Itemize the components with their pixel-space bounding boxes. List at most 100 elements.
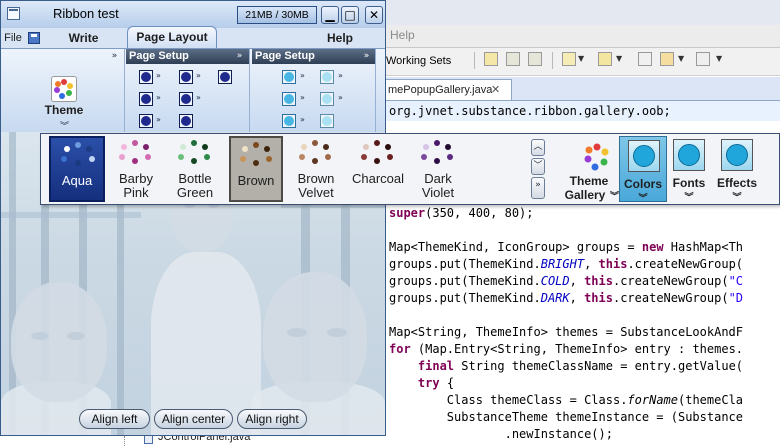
- fonts-button[interactable]: Fonts ︾: [665, 136, 713, 202]
- tab-write[interactable]: Write: [61, 29, 106, 48]
- code-token: (350, 400, 80);: [425, 206, 534, 220]
- gallery-scroll-down-button[interactable]: ﹀: [531, 158, 545, 175]
- band-expand-icon[interactable]: »: [234, 51, 245, 61]
- gallery-item-label: Aqua: [61, 173, 93, 188]
- theme-dot: [121, 144, 127, 150]
- title-bar[interactable]: Ribbon test 21MB / 30MB ▁ □ ✕: [1, 1, 385, 29]
- code-token: for: [389, 342, 411, 356]
- theme-dot: [434, 158, 440, 164]
- gallery-item-charcoal[interactable]: Charcoal: [347, 136, 409, 202]
- band-expand-icon[interactable]: »: [109, 51, 120, 61]
- ide-menu-help[interactable]: Help: [390, 28, 415, 42]
- arrow-left-icon[interactable]: [660, 52, 674, 66]
- theme-dot: [445, 144, 451, 150]
- page-setup-button[interactable]: [139, 92, 153, 106]
- dropdown-arrow-icon[interactable]: »: [338, 71, 343, 80]
- memory-indicator[interactable]: 21MB / 30MB: [237, 6, 317, 24]
- theme-dot: [312, 140, 318, 146]
- align-center-button[interactable]: Align center: [154, 409, 233, 429]
- gallery-item-dark-violet[interactable]: Dark Violet: [413, 136, 463, 202]
- gallery-item-label: Barby: [119, 171, 153, 186]
- align-left-button[interactable]: Align left: [79, 409, 150, 429]
- annotation-down-icon[interactable]: [562, 52, 576, 66]
- arrow-right-icon[interactable]: [696, 52, 710, 66]
- code-token: Class themeClass = Class.: [389, 393, 628, 407]
- colors-label: Colors: [623, 177, 662, 191]
- dropdown-arrow-icon[interactable]: ︾: [60, 119, 69, 132]
- page-setup-button[interactable]: [179, 92, 193, 106]
- page-setup-button[interactable]: [320, 114, 334, 128]
- effects-button[interactable]: Effects ︾: [713, 136, 761, 202]
- gallery-item-brown[interactable]: Brown: [229, 136, 283, 202]
- dropdown-arrow-icon[interactable]: »: [156, 115, 161, 124]
- page-setup-button[interactable]: [218, 70, 232, 84]
- page-setup-button[interactable]: [179, 70, 193, 84]
- gallery-item-aqua[interactable]: Aqua: [49, 136, 105, 202]
- colors-button[interactable]: Colors ︾: [619, 136, 667, 203]
- page-setup-button[interactable]: [139, 114, 153, 128]
- dropdown-arrow-icon[interactable]: »: [196, 93, 201, 102]
- dropdown-arrow-icon[interactable]: »: [300, 115, 305, 124]
- gallery-item-brown-velvet[interactable]: Brown Velvet: [287, 136, 345, 202]
- dropdown-arrow-icon[interactable]: »: [156, 71, 161, 80]
- code-token: {: [439, 376, 455, 390]
- dropdown-arrow-icon[interactable]: ▼: [616, 54, 622, 63]
- save-icon[interactable]: [28, 32, 40, 44]
- theme-dot: [143, 144, 149, 150]
- page-setup-button[interactable]: [282, 92, 296, 106]
- align-right-button[interactable]: Align right: [237, 409, 307, 429]
- tab-help[interactable]: Help: [323, 29, 357, 48]
- pen-icon[interactable]: [484, 52, 498, 66]
- dropdown-arrow-icon[interactable]: ▼: [578, 54, 584, 63]
- dropdown-arrow-icon[interactable]: »: [300, 93, 305, 102]
- theme-gallery-button[interactable]: Theme Gallery ︾: [558, 136, 620, 202]
- page-setup-button[interactable]: [282, 70, 296, 84]
- minimize-button[interactable]: ▁: [321, 6, 339, 24]
- close-button[interactable]: ✕: [365, 6, 383, 24]
- page-setup-button[interactable]: [282, 114, 296, 128]
- dropdown-arrow-icon[interactable]: »: [338, 93, 343, 102]
- page-setup-button[interactable]: [139, 70, 153, 84]
- document-icon[interactable]: [506, 52, 520, 66]
- tab-file[interactable]: File: [3, 29, 23, 48]
- band-title: Page Setup: [126, 49, 249, 64]
- close-icon[interactable]: ✕: [491, 83, 500, 96]
- code-line: groups.put(ThemeKind.BRIGHT, this.create…: [389, 257, 743, 271]
- window-icon[interactable]: [528, 52, 542, 66]
- code-line: SubstanceTheme themeInstance = (Substanc…: [389, 410, 743, 424]
- back-icon[interactable]: [638, 52, 652, 66]
- code-line: .newInstance();: [389, 427, 613, 441]
- dropdown-arrow-icon[interactable]: »: [156, 93, 161, 102]
- theme-dot: [180, 144, 186, 150]
- code-line: Map<ThemeKind, IconGroup> groups = new H…: [389, 240, 743, 254]
- theme-palette-icon: [51, 76, 77, 102]
- code-token: (Map.Entry<String, ThemeInfo> entry : th…: [410, 342, 744, 356]
- page-setup-button[interactable]: [320, 92, 334, 106]
- gallery-scroll-up-button[interactable]: ︿: [531, 139, 545, 156]
- dropdown-arrow-icon[interactable]: ▼: [716, 54, 722, 63]
- maximize-button[interactable]: □: [341, 6, 359, 24]
- gallery-item-barby-pink[interactable]: Barby Pink: [107, 136, 165, 202]
- page-setup-button[interactable]: [179, 114, 193, 128]
- gallery-expand-button[interactable]: »: [531, 177, 545, 199]
- theme-dot: [264, 146, 270, 152]
- code-token: super: [389, 206, 426, 220]
- gallery-item-label: Pink: [123, 185, 149, 200]
- dropdown-arrow-icon[interactable]: ▼: [678, 54, 684, 63]
- theme-dot: [387, 154, 393, 160]
- band-expand-icon[interactable]: »: [361, 51, 372, 61]
- theme-dot: [132, 140, 138, 146]
- pin-icon[interactable]: [598, 52, 612, 66]
- theme-dot: [361, 154, 367, 160]
- gallery-item-bottle-green[interactable]: Bottle Green: [167, 136, 223, 202]
- tab-page-layout[interactable]: Page Layout: [127, 26, 217, 49]
- theme-dot: [242, 146, 248, 152]
- dropdown-arrow-icon[interactable]: »: [300, 71, 305, 80]
- working-sets-label[interactable]: Working Sets: [386, 55, 451, 67]
- code-token: Map<ThemeKind, IconGroup> groups =: [389, 240, 642, 254]
- dropdown-arrow-icon[interactable]: »: [196, 71, 201, 80]
- page-setup-button[interactable]: [320, 70, 334, 84]
- code-token: "C: [728, 274, 744, 288]
- minimize-icon: ▁: [325, 8, 335, 22]
- photo-rail: [1, 212, 141, 218]
